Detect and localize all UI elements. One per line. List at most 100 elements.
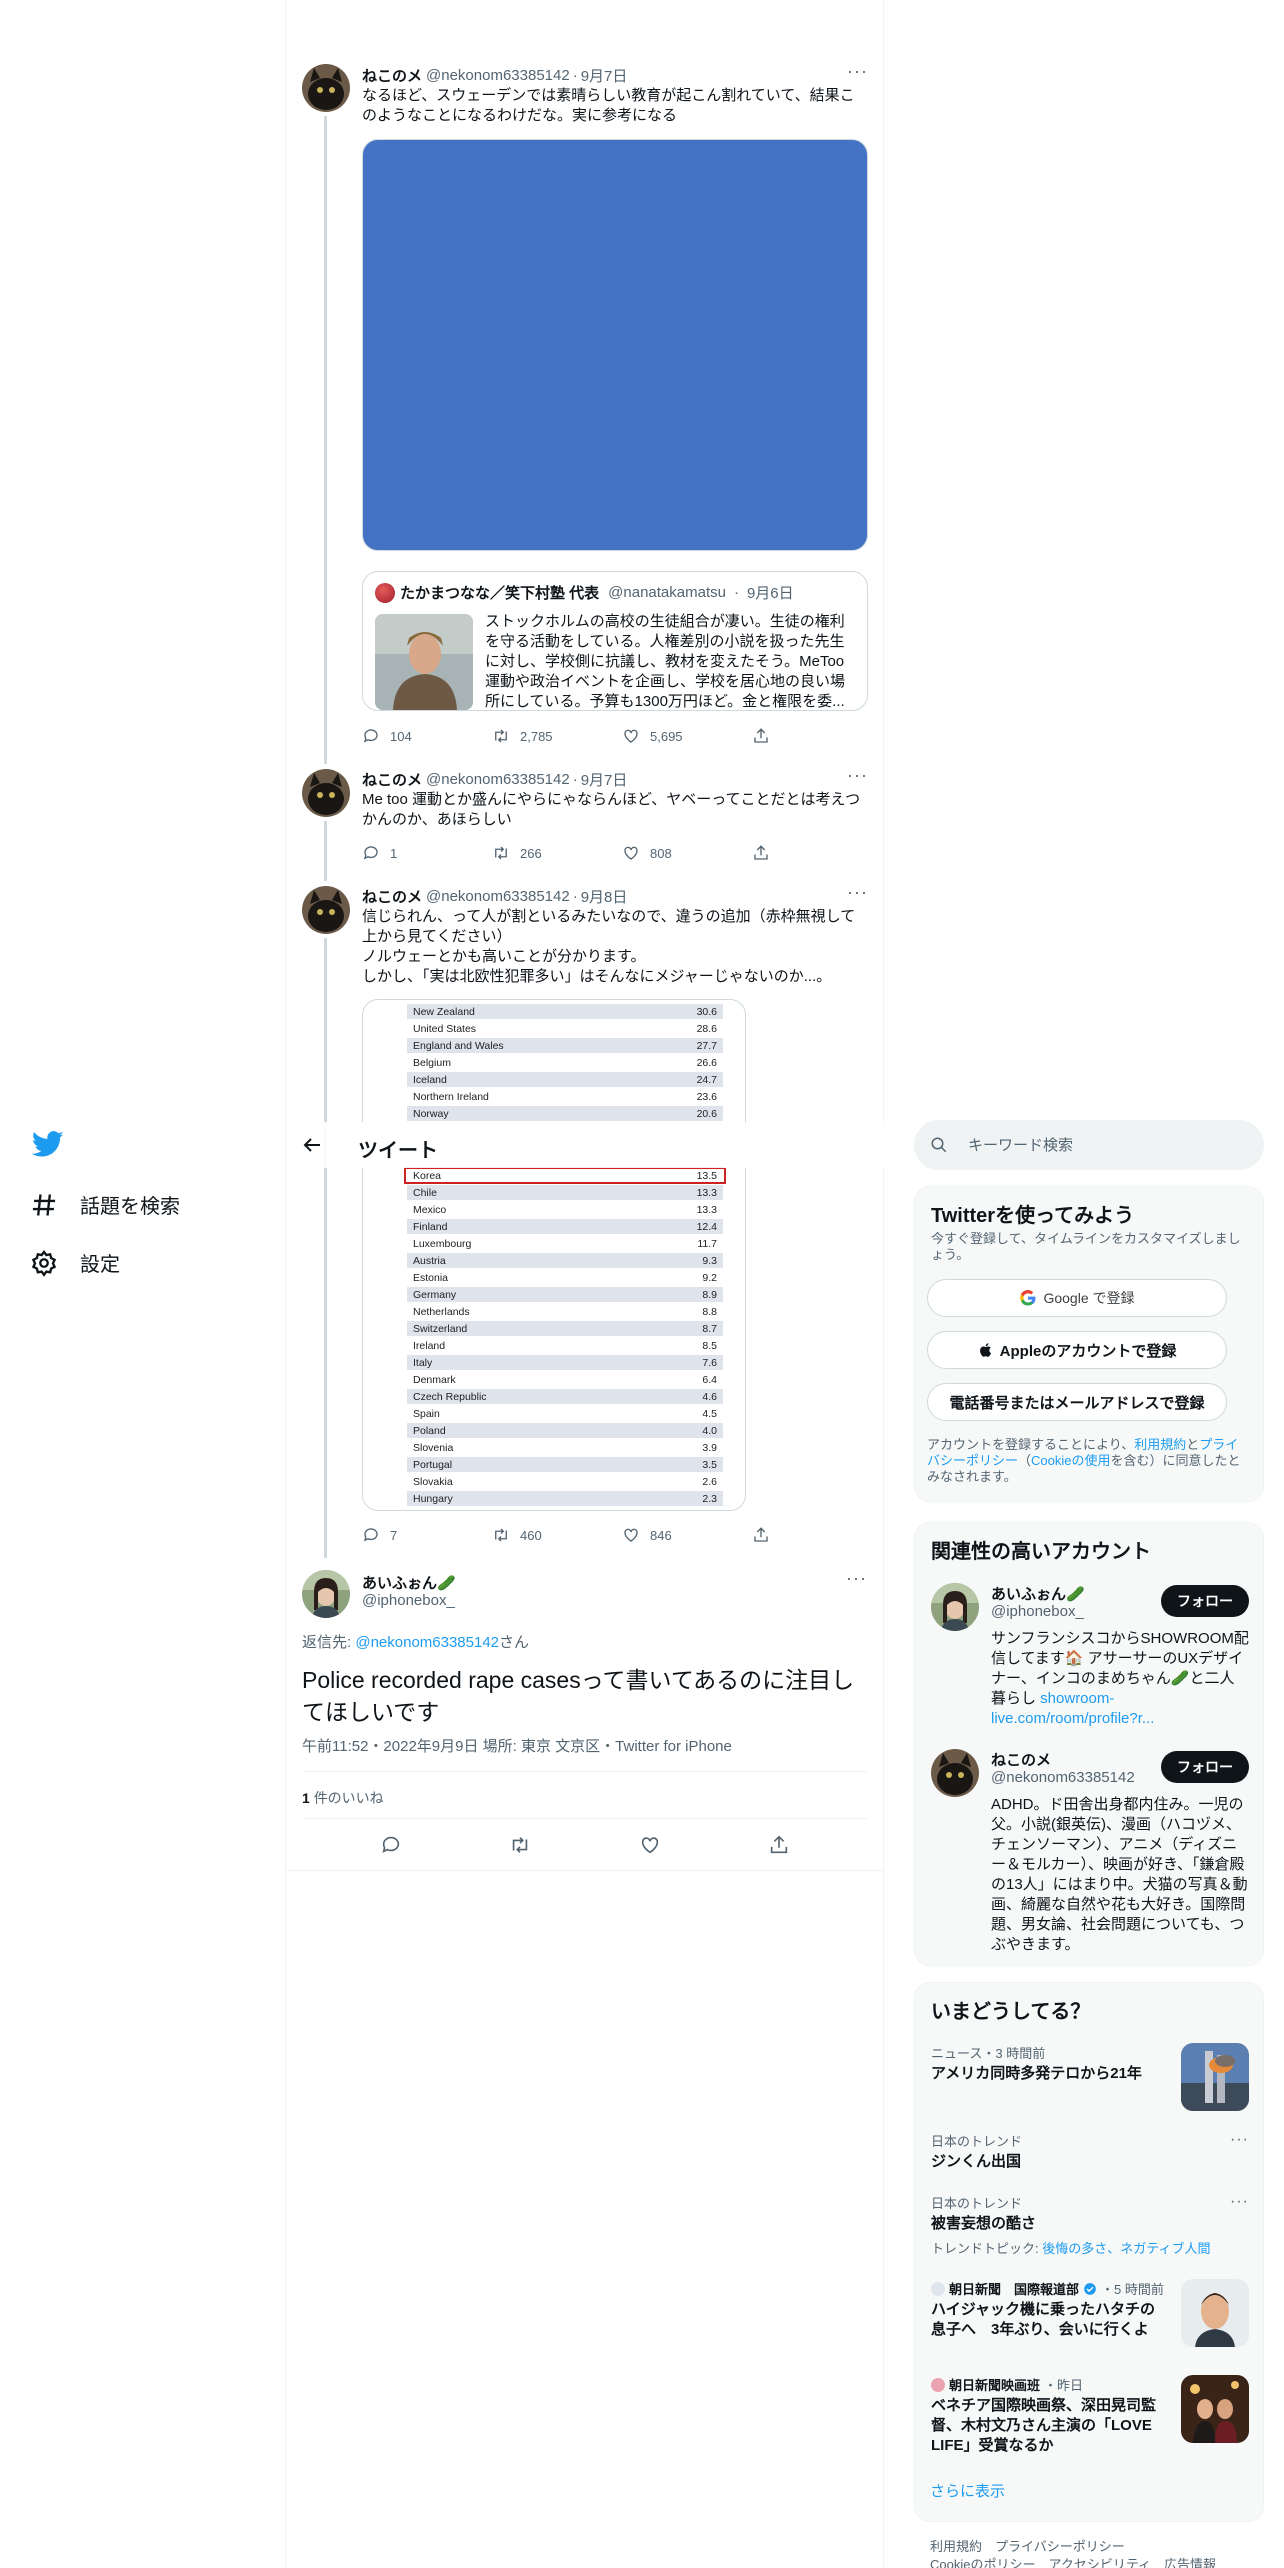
avatar[interactable] [302,64,350,112]
show-more-link[interactable]: さらに表示 [930,2480,1005,2501]
share-button[interactable] [752,1525,782,1545]
phone-email-signup-button[interactable]: 電話番号またはメールアドレスで登録 [927,1383,1227,1421]
footer-line[interactable]: 利用規約 プライバシーポリシー [930,2538,1248,2556]
nav-explore[interactable]: 話題を検索 [30,1190,180,1219]
follow-button[interactable]: フォロー [1161,1585,1249,1617]
search-input[interactable] [968,1136,1248,1154]
signup-panel: Twitterを使ってみよう 今すぐ登録して、タイムラインをカスタマイズしましょ… [914,1186,1264,1502]
value-cell: 12.4 [696,1220,717,1233]
quoted-tweet[interactable]: たかまつなな／笑下村塾 代表 @nanatakamatsu · 9月6日 ストッ… [362,571,868,711]
tweet-meta[interactable]: 午前11:52・2022年9月9日 場所: 東京 文京区・Twitter for… [302,1735,732,1756]
more-options-icon[interactable]: ··· [1230,2131,1249,2149]
heart-icon[interactable] [639,1834,661,1856]
avatar[interactable] [302,1570,350,1618]
like-button[interactable]: 5,695 [622,726,752,746]
retweet-icon[interactable] [509,1834,531,1856]
retweet-icon [495,729,507,743]
reply-button[interactable]: 1 [362,843,492,863]
value-cell: 8.7 [702,1322,717,1335]
separator-dot: · [572,887,578,905]
more-options-icon[interactable]: ··· [847,882,868,903]
news-item[interactable]: 朝日新聞映画班 ・昨日 ベネチア国際映画祭、深田晃司監督、木村文乃さん主演の「L… [931,2375,1249,2456]
tweet-actions: 104 2,785 5,695 [362,726,782,746]
tweet-date[interactable]: 9月7日 [581,769,628,790]
apple-signup-button[interactable]: Appleのアカウントで登録 [927,1331,1227,1369]
nav-settings-label: 設定 [80,1254,120,1276]
account-bio: サンフランシスコからSHOWROOM配信してます🏠 アサーサーのUXデザイナー、… [991,1629,1249,1729]
footer-links: 利用規約 プライバシーポリシー Cookieのポリシー アクセシビリティ 広告情… [930,2538,1248,2568]
reply-suffix: さん [499,1634,530,1651]
back-arrow-icon[interactable] [300,1133,324,1157]
reply-button[interactable]: 7 [362,1525,492,1545]
search-box[interactable] [914,1120,1264,1170]
avatar[interactable] [302,769,350,817]
trend-item[interactable]: 日本のトレンド ジンくん出国 ··· [931,2131,1249,2172]
nav-settings[interactable]: 設定 [30,1248,120,1277]
more-options-icon[interactable]: ··· [846,1568,867,1589]
table-row: Denmark 6.4 [407,1372,723,1387]
share-icon [754,845,768,860]
google-signup-button[interactable]: Google で登録 [927,1279,1227,1317]
avatar[interactable] [302,886,350,934]
news-item[interactable]: 朝日新聞 国際報道部 ・5 時間前 ハイジャック機に乗ったハタチの息子へ 3年ぶ… [931,2279,1249,2347]
reply-count: 104 [390,728,412,744]
avatar[interactable] [931,1749,979,1797]
author-name[interactable]: ねこのメ [362,886,422,907]
retweet-button[interactable]: 460 [492,1525,622,1545]
reply-button[interactable]: 104 [362,726,492,746]
twitter-logo-icon[interactable] [32,1128,64,1160]
author-handle[interactable]: @nekonom63385142 [426,67,570,84]
tweet-date[interactable]: 9月8日 [581,886,628,907]
country-cell: Slovakia [413,1475,453,1488]
cookie-link[interactable]: Cookieの使用 [1031,1453,1110,1468]
tweet-media-image[interactable] [362,139,868,551]
table-row: Belgium 26.6 [407,1055,723,1070]
more-options-icon[interactable]: ··· [847,61,868,82]
like-button[interactable]: 808 [622,843,752,863]
more-options-icon[interactable]: ··· [847,765,868,786]
trend-item[interactable]: ニュース・3 時間前 アメリカ同時多発テロから21年 [931,2043,1249,2111]
country-cell: Luxembourg [413,1237,472,1250]
account-handle[interactable]: @iphonebox_ [991,1603,1084,1620]
author-name[interactable]: あいふぉん🥒 [362,1572,456,1593]
retweet-count: 266 [520,845,542,861]
like-count: 808 [650,845,672,861]
author-name[interactable]: ねこのメ [362,769,422,790]
account-name[interactable]: あいふぉん🥒 [991,1583,1085,1604]
like-count: 5,695 [650,728,683,744]
account-name[interactable]: ねこのメ [991,1749,1051,1770]
share-button[interactable] [752,726,782,746]
account-handle[interactable]: @nekonom63385142 [991,1769,1135,1786]
reply-to-link[interactable]: @nekonom63385142 [355,1634,499,1651]
crime-statistics-table-image[interactable]: New Zealand 30.6 United States 28.6 England … [362,999,746,1511]
terms-mid: と [1186,1437,1200,1452]
footer-line[interactable]: Cookieのポリシー アクセシビリティ 広告情報 [930,2556,1248,2568]
author-handle[interactable]: @nekonom63385142 [426,771,570,788]
trend-topic-links[interactable]: 後悔の多さ、ネガティブ人間 [1042,2241,1210,2256]
value-cell: 13.3 [696,1186,717,1199]
value-cell: 11.7 [697,1237,717,1250]
share-icon [754,728,768,743]
like-count: 846 [650,1527,672,1543]
like-button[interactable]: 846 [622,1525,752,1545]
retweet-button[interactable]: 2,785 [492,726,622,746]
table-row: Ireland 8.5 [407,1338,723,1353]
share-icon[interactable] [768,1834,790,1856]
share-button[interactable] [752,843,782,863]
tweet-date[interactable]: 9月7日 [581,65,628,86]
author-handle[interactable]: @iphonebox_ [362,1592,455,1609]
author-name[interactable]: ねこのメ [362,65,422,86]
author-handle[interactable]: @nekonom63385142 [426,888,570,905]
more-options-icon[interactable]: ··· [1230,2193,1249,2211]
heart-icon [624,846,638,860]
avatar[interactable] [931,1583,979,1631]
likes-summary[interactable]: 1 件のいいね [302,1788,384,1808]
trend-item[interactable]: 日本のトレンド 被害妄想の酷さ トレンドトピック: 後悔の多さ、ネガティブ人間 … [931,2193,1249,2257]
terms-link[interactable]: 利用規約 [1134,1437,1186,1452]
reply-icon[interactable] [380,1834,402,1856]
retweet-button[interactable]: 266 [492,843,622,863]
apple-icon [979,1343,991,1357]
follow-button[interactable]: フォロー [1161,1751,1249,1783]
signup-title: Twitterを使ってみよう [931,1205,1135,1227]
value-cell: 6.4 [702,1373,717,1386]
